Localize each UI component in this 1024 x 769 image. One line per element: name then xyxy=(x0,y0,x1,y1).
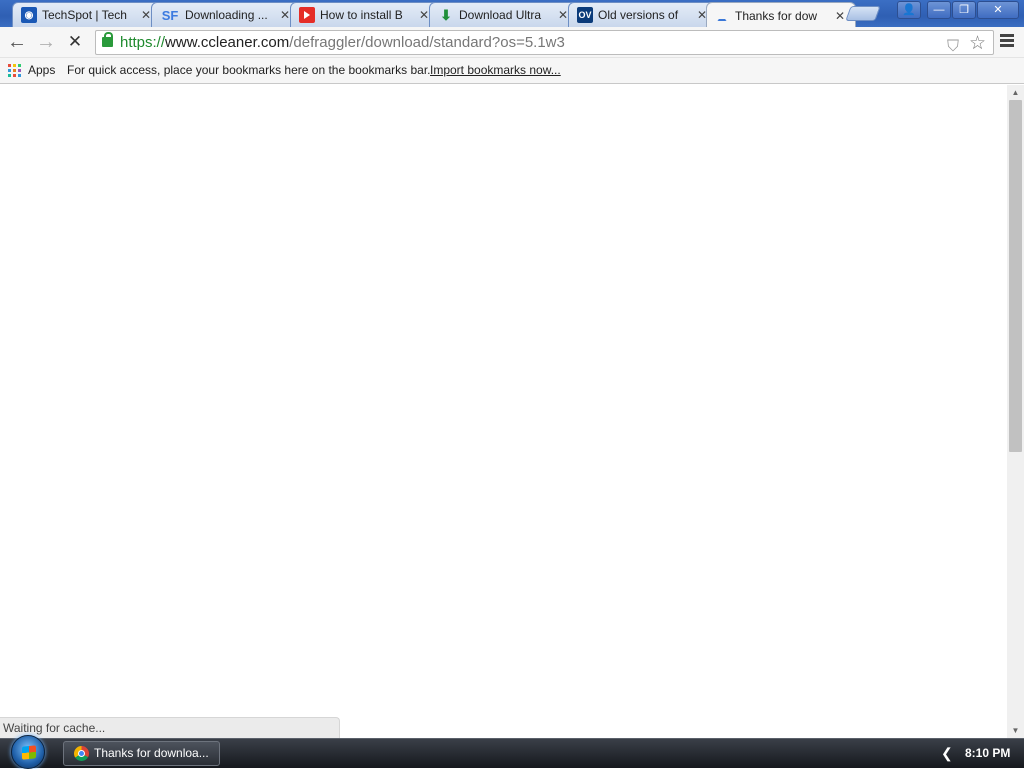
vertical-scrollbar[interactable]: ▲ ▼ xyxy=(1007,85,1024,738)
stop-loading-button[interactable]: ✕ xyxy=(63,31,87,55)
url-scheme: https:// xyxy=(120,34,166,51)
tab-label: Download Ultra xyxy=(459,8,542,22)
chrome-icon xyxy=(74,746,89,761)
tab-label: Downloading ... xyxy=(185,8,268,22)
minimize-button[interactable]: — xyxy=(927,1,951,19)
scroll-up-icon[interactable]: ▲ xyxy=(1007,85,1024,100)
bookmarks-bar: Apps For quick access, place your bookma… xyxy=(0,58,1024,84)
shield-icon[interactable]: ⛉ xyxy=(947,35,959,54)
scroll-down-icon[interactable]: ▼ xyxy=(1007,723,1024,738)
forward-button[interactable]: → xyxy=(34,31,58,55)
bookmarks-hint-text: For quick access, place your bookmarks h… xyxy=(67,63,431,77)
download-arrow-icon: ⬇ xyxy=(440,6,452,23)
browser-toolbar: ← → ✕ https://www.ccleaner.com/defraggle… xyxy=(0,27,1024,58)
apps-link[interactable]: Apps xyxy=(28,63,55,77)
page-content xyxy=(0,85,1007,738)
tab-youtube[interactable]: How to install B ✕ xyxy=(290,2,440,27)
youtube-icon xyxy=(299,7,315,23)
tab-label: How to install B xyxy=(320,8,403,22)
oldversion-icon: OV xyxy=(577,7,593,23)
url-host: www.ccleaner.com xyxy=(165,34,290,51)
browser-title-bar: ◉ TechSpot | Tech ✕ SF Downloading ... ✕… xyxy=(0,0,1024,28)
tab-sourceforge[interactable]: SF Downloading ... ✕ xyxy=(151,2,301,27)
start-button[interactable] xyxy=(11,735,45,769)
sourceforge-icon: SF xyxy=(161,7,179,23)
close-icon[interactable]: ✕ xyxy=(833,9,847,23)
taskbar-item-label: Thanks for downloa... xyxy=(94,746,209,760)
tab-label: Thanks for dow xyxy=(735,8,818,23)
tab-old-versions[interactable]: OV Old versions of ✕ xyxy=(568,2,718,27)
show-hidden-icons-icon[interactable]: ❮ xyxy=(941,745,953,762)
lock-icon xyxy=(102,32,113,47)
window-close-button[interactable]: ✕ xyxy=(977,1,1019,19)
chrome-menu-icon[interactable] xyxy=(1000,34,1014,47)
user-profile-button[interactable]: 👤 xyxy=(897,1,921,19)
import-bookmarks-link[interactable]: Import bookmarks now... xyxy=(430,63,561,77)
url-path: /defraggler/download/standard?os=5.1w3 xyxy=(289,34,565,51)
status-bubble: Waiting for cache... xyxy=(0,717,340,738)
new-tab-button[interactable] xyxy=(845,6,881,21)
scroll-thumb[interactable] xyxy=(1009,100,1022,452)
loading-spinner-icon xyxy=(717,11,727,21)
back-button[interactable]: ← xyxy=(5,31,29,55)
tab-label: Old versions of xyxy=(598,8,679,22)
bookmark-star-icon[interactable]: ☆ xyxy=(969,32,986,54)
windows-taskbar: Thanks for downloa... ❮ 8:10 PM xyxy=(0,735,1024,769)
apps-grid-icon[interactable] xyxy=(8,64,21,77)
taskbar-item-chrome[interactable]: Thanks for downloa... xyxy=(63,741,220,766)
tab-thanks-active[interactable]: Thanks for dow ✕ xyxy=(706,2,856,28)
tab-label: TechSpot | Tech xyxy=(42,8,127,22)
restore-button[interactable]: ❐ xyxy=(952,1,976,19)
system-clock[interactable]: 8:10 PM xyxy=(965,746,1010,760)
address-bar[interactable]: https://www.ccleaner.com/defraggler/down… xyxy=(95,30,994,55)
tab-techspot[interactable]: ◉ TechSpot | Tech ✕ xyxy=(12,2,162,27)
techspot-icon: ◉ xyxy=(21,7,37,23)
tab-download-ultra[interactable]: ⬇ Download Ultra ✕ xyxy=(429,2,579,27)
